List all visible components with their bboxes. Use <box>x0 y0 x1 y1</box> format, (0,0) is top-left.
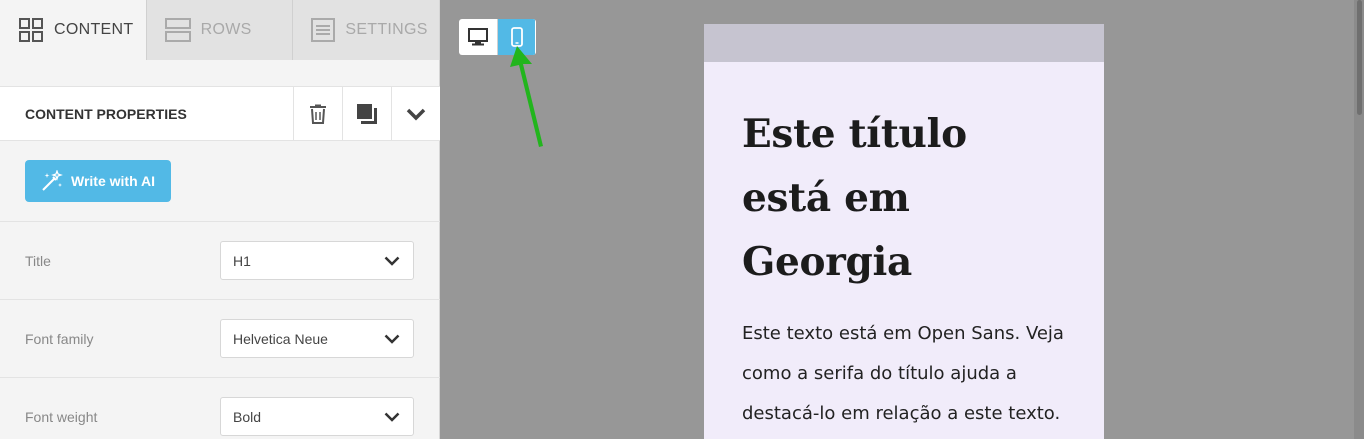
scrollbar-thumb[interactable] <box>1357 0 1362 115</box>
duplicate-icon <box>357 103 377 124</box>
field-label: Font family <box>25 330 94 347</box>
grid-icon <box>19 18 43 42</box>
write-with-ai-label: Write with AI <box>71 173 155 189</box>
content-properties-header: CONTENT PROPERTIES <box>0 86 440 141</box>
tab-bar: CONTENT ROWS SETTINGS <box>0 0 439 60</box>
sidebar-panel: CONTENT ROWS SETTINGS CONTENT PROPERTIES <box>0 0 440 439</box>
select-value: H1 <box>233 252 251 269</box>
trash-icon <box>310 104 326 124</box>
title-select[interactable]: H1 <box>220 241 414 280</box>
field-label: Title <box>25 252 51 269</box>
email-header-strip <box>704 24 1104 62</box>
tab-settings-label: SETTINGS <box>345 21 428 38</box>
rows-icon <box>164 18 191 42</box>
chevron-down-icon <box>406 108 426 120</box>
write-with-ai-button[interactable]: Write with AI <box>25 160 171 202</box>
chevron-down-icon <box>384 256 400 266</box>
chevron-down-icon <box>384 334 400 344</box>
desktop-preview-button[interactable] <box>459 19 497 55</box>
preview-title[interactable]: Este título está em Georgia <box>704 62 1104 294</box>
preview-body-text[interactable]: Este texto está em Open Sans. Veja como … <box>704 294 1104 434</box>
select-value: Bold <box>233 408 262 425</box>
tab-settings[interactable]: SETTINGS <box>293 0 439 60</box>
settings-list-icon <box>311 18 336 42</box>
field-row-title: Title H1 <box>0 221 440 299</box>
email-preview[interactable]: Este título está em Georgia Este texto e… <box>704 24 1104 439</box>
magic-wand-icon <box>42 170 63 191</box>
delete-button[interactable] <box>293 87 342 140</box>
tab-content[interactable]: CONTENT <box>0 0 147 60</box>
select-value: Helvetica Neue <box>233 330 328 347</box>
tab-rows[interactable]: ROWS <box>147 0 294 60</box>
font-family-select[interactable]: Helvetica Neue <box>220 319 414 358</box>
pointer-arrow-icon <box>510 46 543 147</box>
desktop-icon <box>468 28 488 46</box>
canvas-scrollbar[interactable] <box>1354 0 1364 439</box>
duplicate-button[interactable] <box>342 87 391 140</box>
collapse-button[interactable] <box>391 87 440 140</box>
mobile-icon <box>510 27 523 47</box>
tab-rows-label: ROWS <box>200 21 252 38</box>
chevron-down-icon <box>384 412 400 422</box>
field-row-font-weight: Font weight Bold <box>0 377 440 439</box>
tab-content-label: CONTENT <box>54 21 134 38</box>
font-weight-select[interactable]: Bold <box>220 397 414 436</box>
field-label: Font weight <box>25 408 98 425</box>
field-row-font-family: Font family Helvetica Neue <box>0 299 440 377</box>
content-properties-title: CONTENT PROPERTIES <box>25 105 187 122</box>
